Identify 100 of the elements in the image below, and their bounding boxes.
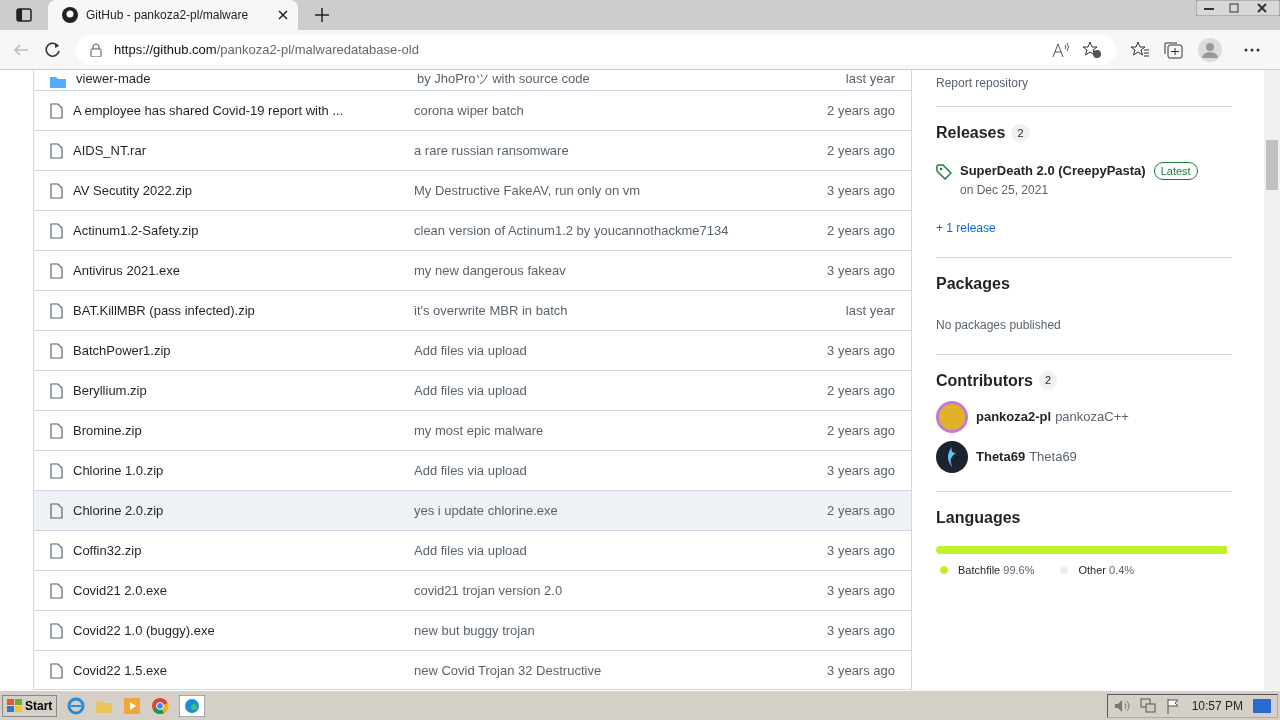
commit-message-link[interactable]: Add files via upload [414, 340, 828, 361]
file-name-link[interactable]: A employee has shared Covid-19 report with ... [63, 100, 414, 121]
add-favorite-icon[interactable] [1082, 40, 1102, 59]
language-label[interactable]: Other 0.4% [1078, 561, 1135, 578]
file-name-link[interactable]: AIDS_NT.rar [63, 140, 414, 161]
commit-date: 2 years ago [827, 221, 895, 240]
more-icon[interactable] [1244, 47, 1260, 52]
file-icon [50, 262, 63, 279]
file-icon [50, 622, 63, 639]
section-heading: Languages [936, 507, 1021, 528]
commit-message-link[interactable]: new but buggy trojan [414, 620, 828, 641]
commit-message-link[interactable]: covid21 trojan version 2.0 [414, 580, 828, 601]
count-badge: 2 [1011, 123, 1030, 143]
file-name-link[interactable]: BAT.KillMBR (pass infected).zip [63, 300, 414, 321]
commit-message-link[interactable]: new Covid Trojan 32 Destructive [414, 660, 828, 681]
file-icon [50, 142, 63, 159]
file-icon [50, 582, 63, 599]
new-tab-icon[interactable] [314, 7, 330, 23]
file-name-link[interactable]: Bromine.zip [63, 420, 414, 441]
volume-icon[interactable] [1113, 698, 1130, 713]
commit-message-link[interactable]: corona wiper batch [414, 100, 828, 121]
commit-date: 3 years ago [827, 621, 895, 640]
commit-message-link[interactable]: Add files via upload [414, 460, 828, 481]
commit-message-link[interactable]: Add files via upload [414, 540, 828, 561]
network-icon[interactable] [1139, 697, 1156, 714]
file-name-link[interactable]: Beryllium.zip [63, 380, 414, 401]
commit-message-link[interactable]: Add files via upload [414, 380, 828, 401]
commit-message-link[interactable]: it's overwrite MBR in batch [414, 300, 846, 321]
file-icon [50, 182, 63, 199]
commit-message-link[interactable]: by JhoProツ with source code [417, 70, 846, 88]
commit-message-link[interactable]: my new dangerous fakeav [414, 260, 828, 281]
lock-icon [90, 42, 102, 57]
contributor-login[interactable]: pankoza2-pl [976, 406, 1052, 427]
commit-date: 2 years ago [827, 101, 895, 120]
close-icon[interactable] [278, 10, 288, 20]
file-icon [50, 222, 63, 239]
file-name-link[interactable]: Chlorine 2.0.zip [63, 500, 414, 521]
scrollbar[interactable] [1264, 70, 1280, 690]
commit-date: 3 years ago [827, 541, 895, 560]
commit-message-link[interactable]: a rare russian ransomware [414, 140, 828, 161]
commit-date: last year [845, 301, 895, 320]
section-heading[interactable]: Contributors [936, 368, 1033, 393]
windows-logo-icon [7, 698, 23, 713]
release-link[interactable]: SuperDeath 2.0 (CreepyPasta) [960, 161, 1146, 181]
commit-message-link[interactable]: clean version of Actinum1.2 by youcannothackme7134 [414, 220, 828, 241]
tag-icon [936, 164, 952, 180]
file-name-link[interactable]: Covid22 1.5.exe [63, 660, 414, 681]
file-icon [50, 502, 63, 519]
commit-date: last year [845, 70, 895, 88]
browser-tab[interactable]: GitHub - pankoza2-pl/malware [48, 0, 298, 30]
tab-title: GitHub - pankoza2-pl/malware [86, 7, 250, 24]
file-icon [50, 302, 63, 319]
section-heading[interactable]: Releases [936, 121, 1006, 145]
file-icon [50, 102, 63, 119]
show-desktop-icon[interactable] [1253, 698, 1271, 713]
folder-icon [50, 76, 66, 88]
file-name-link[interactable]: Chlorine 1.0.zip [63, 460, 414, 481]
file-icon [50, 462, 63, 479]
contributor-name: Theta69 [1029, 447, 1077, 466]
file-icon [50, 422, 63, 439]
collections-icon[interactable] [1164, 40, 1184, 59]
contributor-name: pankozaC++ [1055, 407, 1129, 426]
file-icon [50, 542, 63, 559]
more-releases-link[interactable]: + 1 release [936, 220, 996, 235]
commit-date: 2 years ago [827, 381, 895, 400]
commit-date: 3 years ago [827, 261, 895, 280]
file-icon [50, 662, 63, 679]
commit-date: 3 years ago [827, 581, 895, 600]
reload-icon[interactable] [44, 40, 62, 59]
section-heading[interactable]: Packages [936, 271, 1010, 296]
profile-icon[interactable] [1198, 37, 1222, 62]
edge-icon[interactable] [179, 694, 206, 717]
file-name-link[interactable]: Antivirus 2021.exe [63, 260, 414, 281]
commit-message-link[interactable]: my most epic malware [414, 420, 828, 441]
file-name-link[interactable]: Covid21 2.0.exe [63, 580, 414, 601]
language-label[interactable]: Batchfile 99.6% [958, 561, 1035, 578]
chrome-icon[interactable] [151, 696, 170, 715]
file-name-link[interactable]: Actinum1.2-Safety.zip [63, 220, 414, 241]
file-name-link[interactable]: BatchPower1.zip [63, 340, 414, 361]
file-name-link[interactable]: AV Secutity 2022.zip [63, 180, 414, 201]
commit-message-link[interactable]: My Destructive FakeAV, run only on vm [414, 180, 828, 201]
commit-message-link[interactable]: yes i update chlorine.exe [414, 500, 828, 521]
start-button[interactable]: Start [2, 694, 58, 717]
commit-date: 2 years ago [827, 141, 895, 160]
file-icon [50, 382, 63, 399]
url-text: https://github.com/pankoza2-pl/malwaredatabase-old [114, 40, 420, 59]
commit-date: 3 years ago [827, 181, 895, 200]
file-name-link[interactable]: viewer-made [66, 70, 417, 88]
read-aloud-icon[interactable] [1052, 41, 1070, 58]
address-field[interactable]: https://github.com/pankoza2-pl/malwaredatabase-old [76, 34, 1116, 65]
window-controls-icon[interactable] [1196, 0, 1280, 16]
file-name-link[interactable]: Covid22 1.0 (buggy).exe [63, 620, 414, 641]
commit-date: 2 years ago [827, 421, 895, 440]
file-name-link[interactable]: Coffin32.zip [63, 540, 414, 561]
report-link[interactable]: Report repository [936, 76, 1029, 90]
contributor-login[interactable]: Theta69 [976, 446, 1026, 467]
file-icon [50, 342, 63, 359]
favorites-icon[interactable] [1130, 40, 1150, 59]
clock: 10:57 PM [1191, 697, 1243, 715]
avatar[interactable] [936, 440, 968, 473]
